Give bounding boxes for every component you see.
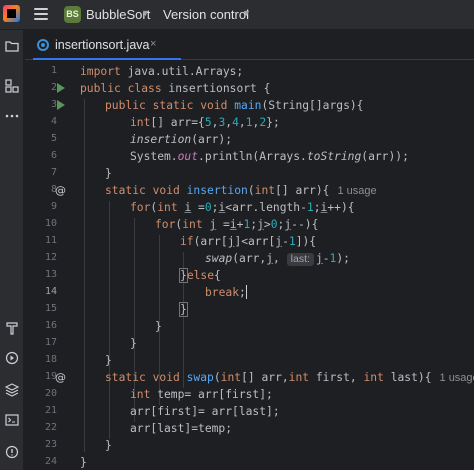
layers-icon[interactable] <box>2 380 22 400</box>
project-badge[interactable]: BS <box>64 6 81 23</box>
chevron-down-icon[interactable]: ▼ <box>242 8 251 18</box>
code-line-8: static void insertion(int[] arr){1 usage <box>105 184 377 197</box>
code-line-12: swap(arr,j, last: j-1); <box>205 252 350 266</box>
structure-icon[interactable] <box>2 76 22 96</box>
version-control-menu[interactable]: Version control <box>163 7 249 22</box>
title-bar: BS BubbleSort ▼ Version control ▼ <box>0 0 474 30</box>
tab-label: insertionsort.java <box>55 38 150 52</box>
code-line-3: public static void main(String[]args){ <box>105 99 364 112</box>
code-line-13: }else{ <box>179 268 221 283</box>
line-number: 2 <box>50 82 57 93</box>
line-number: 5 <box>50 133 57 144</box>
java-class-icon <box>37 39 49 51</box>
code-line-24: } <box>80 456 87 469</box>
services-icon[interactable] <box>2 348 22 368</box>
code-editor[interactable]: import java.util.Arrays; public class in… <box>78 60 474 470</box>
code-line-17: } <box>130 337 137 350</box>
more-icon[interactable] <box>2 106 22 126</box>
parameter-hint: last: <box>286 253 314 266</box>
code-line-18: } <box>105 354 112 367</box>
run-icon[interactable] <box>57 83 65 93</box>
close-icon[interactable]: × <box>150 38 156 50</box>
chevron-down-icon[interactable]: ▼ <box>141 8 150 18</box>
editor-tab-bar: insertionsort.java × <box>25 30 474 60</box>
line-number: 7 <box>50 167 57 178</box>
terminal-icon[interactable] <box>2 410 22 430</box>
intellij-logo-icon[interactable] <box>3 5 20 22</box>
tool-window-strip <box>0 30 24 470</box>
tab-insertionsort-java[interactable]: insertionsort.java × <box>33 30 181 60</box>
line-number: 20 <box>44 388 57 399</box>
code-line-14: break; <box>205 285 247 299</box>
code-line-9: for(int i =0;i<arr.length-1;i++){ <box>130 201 355 214</box>
indent-guide <box>84 99 85 452</box>
folder-icon[interactable] <box>2 36 22 56</box>
code-line-11: if(arr[j]<arr[j-1]){ <box>180 235 317 248</box>
line-number: 23 <box>44 439 57 450</box>
line-number: 10 <box>44 218 57 229</box>
line-number: 13 <box>44 269 57 280</box>
overrides-icon[interactable]: @ <box>55 371 66 384</box>
code-line-19: static void swap(int[] arr,int first, in… <box>105 369 474 386</box>
line-number: 3 <box>50 99 57 110</box>
line-number: 22 <box>44 422 57 433</box>
usage-hint[interactable]: 1 usage <box>337 185 376 197</box>
line-number: 11 <box>44 235 57 246</box>
usage-hint[interactable]: 1 usage <box>440 372 474 384</box>
code-line-21: arr[first]= arr[last]; <box>130 405 280 418</box>
line-number: 6 <box>50 150 57 161</box>
indent-guide <box>109 201 110 439</box>
editor-gutter[interactable]: 1 2 3 4 5 6 7 8 9 10 11 12 13 14 15 16 1… <box>25 60 96 470</box>
code-line-20: int temp= arr[first]; <box>130 388 273 401</box>
overrides-icon[interactable]: @ <box>55 184 66 197</box>
line-number: 19 <box>44 371 57 382</box>
main-menu-icon[interactable] <box>34 8 48 20</box>
line-number: 1 <box>50 65 57 76</box>
code-line-2: public class insertionsort { <box>80 82 271 95</box>
code-line-16: } <box>155 320 162 333</box>
line-number: 16 <box>44 320 57 331</box>
code-line-22: arr[last]=temp; <box>130 422 233 435</box>
line-number: 24 <box>44 456 57 467</box>
code-line-5: insertion(arr); <box>130 133 233 146</box>
line-number: 8 <box>50 184 57 195</box>
line-number: 12 <box>44 252 57 263</box>
line-number: 21 <box>44 405 57 416</box>
line-number: 9 <box>50 201 57 212</box>
line-number: 17 <box>44 337 57 348</box>
code-line-23: } <box>105 439 112 452</box>
line-number: 4 <box>50 116 57 127</box>
line-number: 15 <box>44 303 57 314</box>
build-icon[interactable] <box>2 318 22 338</box>
code-line-6: System.out.println(Arrays.toString(arr))… <box>130 150 409 163</box>
run-icon[interactable] <box>57 100 65 110</box>
problems-icon[interactable] <box>2 442 22 462</box>
code-line-15: } <box>179 302 188 317</box>
text-caret <box>245 285 247 299</box>
code-line-1: import java.util.Arrays; <box>80 65 244 78</box>
code-line-7: } <box>105 167 112 180</box>
line-number: 18 <box>44 354 57 365</box>
line-number: 14 <box>44 286 57 297</box>
code-line-10: for(int j =i+1;j>0;j--){ <box>155 218 319 231</box>
code-line-4: int[] arr={5,3,4,1,2}; <box>130 116 280 129</box>
